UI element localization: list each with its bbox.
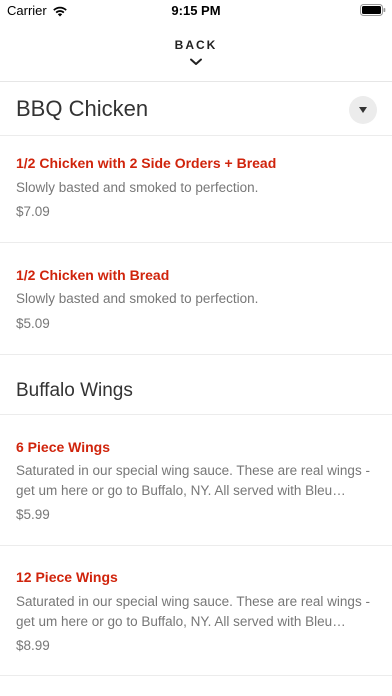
menu-item[interactable]: 6 Piece Wings Saturated in our special w… — [0, 415, 392, 546]
item-price: $7.09 — [16, 204, 50, 219]
item-description: Slowly basted and smoked to perfection. — [16, 291, 259, 306]
back-button[interactable]: BACK — [0, 22, 392, 82]
battery-icon — [360, 4, 386, 16]
category-dropdown-button[interactable] — [349, 96, 377, 124]
category-title: BBQ Chicken — [16, 96, 149, 121]
item-price: $5.09 — [16, 316, 50, 331]
menu-item[interactable]: 1/2 Chicken with Bread Slowly basted and… — [0, 243, 392, 355]
status-time: 9:15 PM — [171, 3, 221, 18]
back-label: BACK — [174, 38, 218, 52]
chevron-down-icon — [190, 58, 202, 65]
menu-item[interactable]: 1/2 Chicken with 2 Side Orders + Bread S… — [0, 136, 392, 243]
section-title: Buffalo Wings — [16, 380, 133, 401]
item-price: $5.99 — [16, 507, 50, 522]
category-header: BBQ Chicken — [0, 82, 392, 136]
item-price: $8.99 — [16, 638, 50, 653]
item-name: 6 Piece Wings — [16, 439, 111, 455]
status-bar: Carrier 9:15 PM — [0, 0, 392, 22]
item-description: Saturated in our special wing sauce. The… — [16, 463, 370, 498]
caret-down-icon — [359, 107, 367, 113]
item-name: 1/2 Chicken with 2 Side Orders + Bread — [16, 155, 277, 171]
menu-item[interactable]: 12 Piece Wings Saturated in our special … — [0, 546, 392, 676]
item-description: Saturated in our special wing sauce. The… — [16, 594, 370, 629]
item-name: 1/2 Chicken with Bread — [16, 267, 170, 283]
item-name: 12 Piece Wings — [16, 569, 118, 585]
section-header: Buffalo Wings — [0, 355, 392, 415]
item-description: Slowly basted and smoked to perfection. — [16, 180, 259, 195]
